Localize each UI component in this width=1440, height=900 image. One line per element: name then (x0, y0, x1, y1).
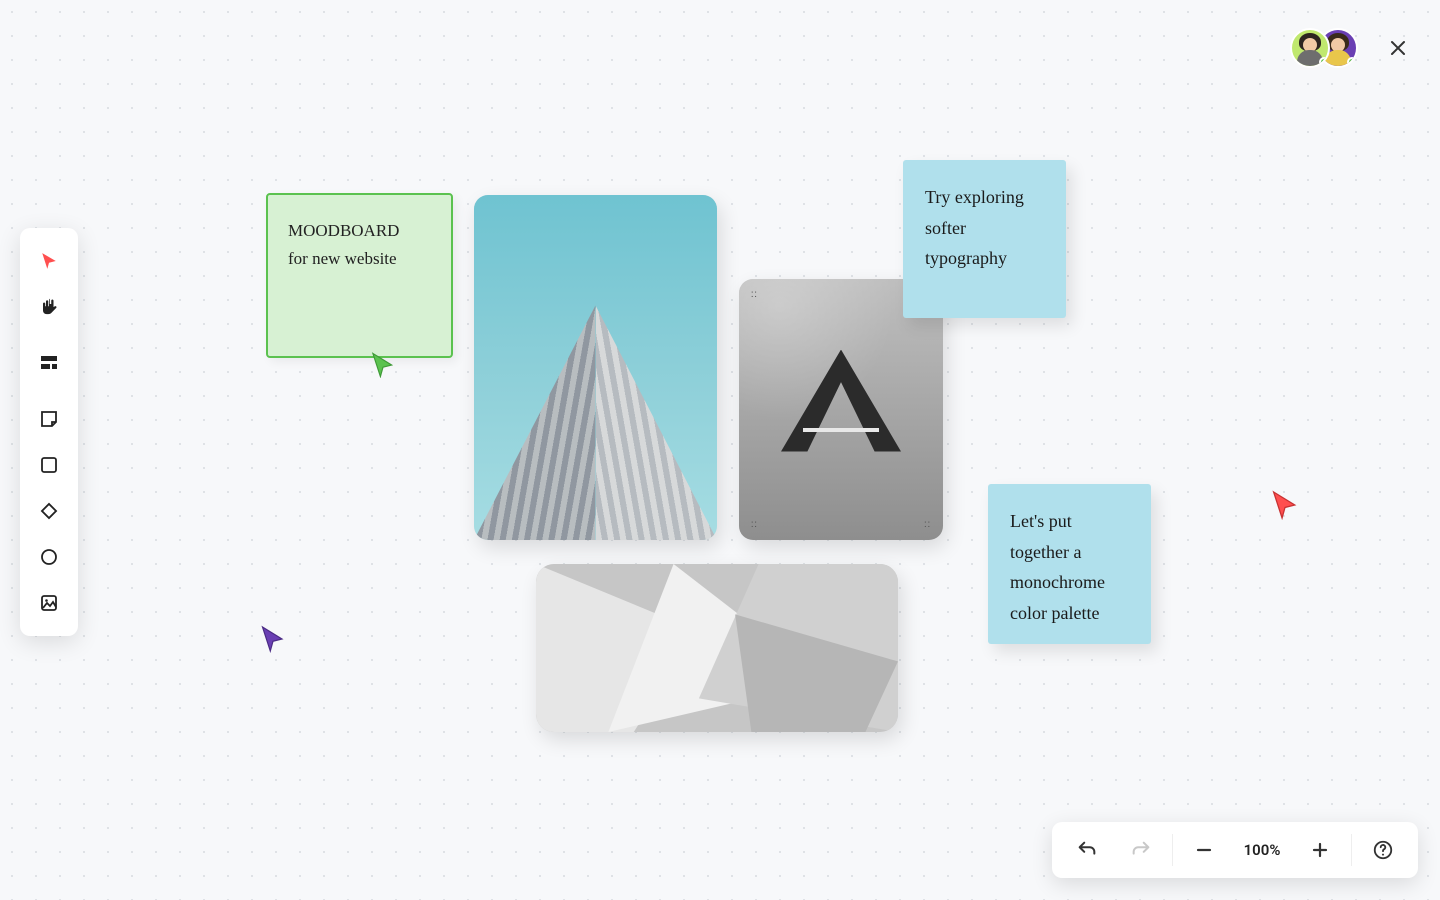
undo-button[interactable] (1060, 822, 1114, 878)
canvas-image[interactable]: :: :: :: :: (739, 279, 943, 540)
zoom-level[interactable]: 100% (1231, 841, 1293, 859)
tool-select[interactable] (28, 240, 70, 282)
close-button[interactable] (1386, 36, 1410, 60)
zoom-in-button[interactable] (1293, 822, 1347, 878)
avatar[interactable] (1290, 28, 1330, 68)
sticky-note[interactable]: Try exploring softer typography (903, 160, 1066, 318)
tool-section[interactable] (28, 342, 70, 384)
remote-cursor-purple (261, 625, 285, 657)
remote-cursor-red (1272, 490, 1298, 524)
tool-sticky-note[interactable] (28, 398, 70, 440)
redo-button[interactable] (1114, 822, 1168, 878)
canvas-image[interactable] (536, 564, 898, 732)
tool-pan[interactable] (28, 286, 70, 328)
divider (1172, 834, 1173, 866)
tool-image[interactable] (28, 582, 70, 624)
sticky-text: Try exploring softer typography (925, 187, 1024, 268)
remote-cursor-green (371, 352, 395, 382)
sticky-text: Let's put together a monochrome color pa… (1010, 511, 1105, 623)
presence-indicator (1347, 57, 1357, 67)
top-right-controls (1290, 28, 1410, 68)
tool-diamond[interactable] (28, 490, 70, 532)
text-frame[interactable]: MOODBOARD for new website (266, 193, 453, 358)
text-line: MOODBOARD (288, 217, 431, 245)
text-line: for new website (288, 245, 431, 273)
presence-indicator (1319, 57, 1329, 67)
zoom-out-button[interactable] (1177, 822, 1231, 878)
sticky-note[interactable]: Let's put together a monochrome color pa… (988, 484, 1151, 644)
collaborator-avatars (1290, 28, 1358, 68)
help-button[interactable] (1356, 822, 1410, 878)
left-toolbar (20, 228, 78, 636)
tool-ellipse[interactable] (28, 536, 70, 578)
bottom-toolbar: 100% (1052, 822, 1418, 878)
image-placeholder-letter: :: :: :: :: (739, 279, 943, 540)
image-placeholder-skyscraper (474, 195, 717, 540)
canvas-image[interactable] (474, 195, 717, 540)
tool-rectangle[interactable] (28, 444, 70, 486)
divider (1351, 834, 1352, 866)
image-placeholder-polygons (536, 564, 898, 732)
